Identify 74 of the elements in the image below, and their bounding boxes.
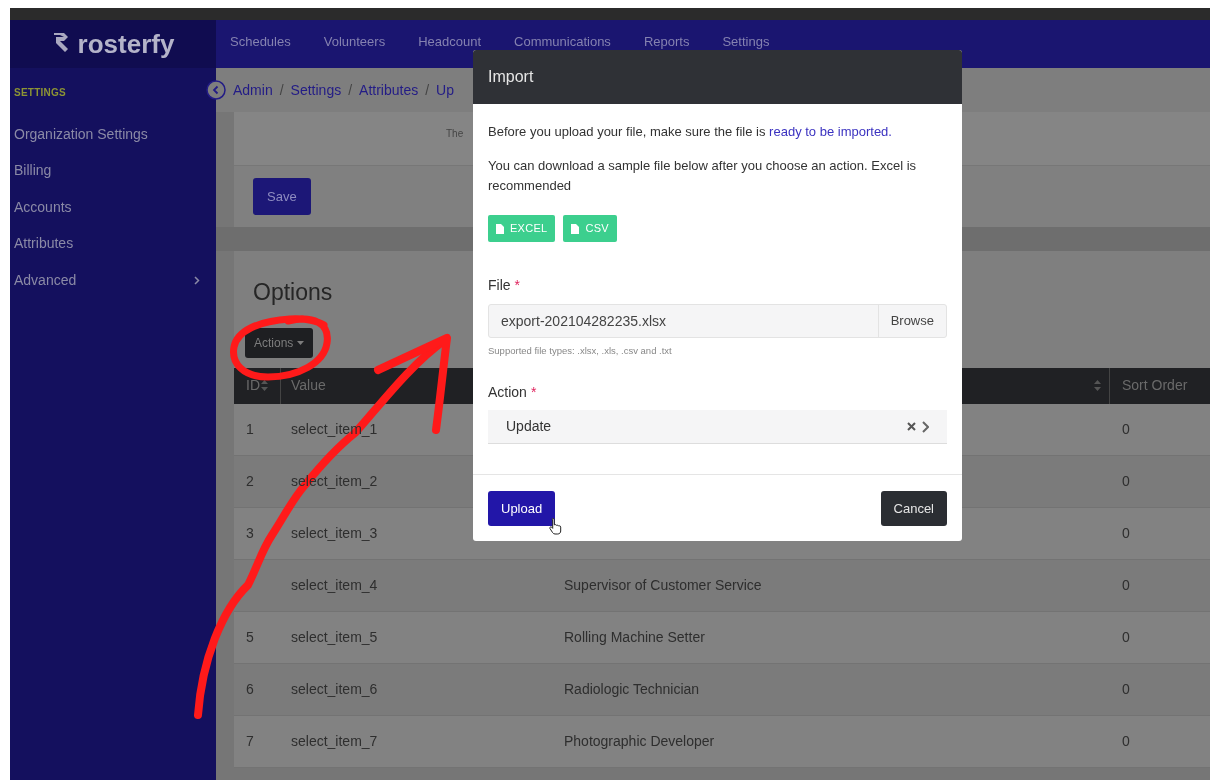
table-cell: 0 [1122,680,1130,697]
notice-text: The [446,128,464,139]
table-cell: 0 [1122,472,1130,489]
table-cell: 0 [1122,732,1130,749]
action-select[interactable]: Update [488,410,947,445]
breadcrumb-separator: / [279,80,284,100]
breadcrumb-separator: / [348,80,353,100]
sidebar-item[interactable]: Billing [10,152,216,189]
table-cell: 2 [246,472,254,489]
table-cell: select_item_6 [291,680,378,697]
nav-link[interactable]: Communications [514,34,611,49]
sidebar-item[interactable]: Advanced [10,262,216,299]
save-button[interactable]: Save [253,177,311,216]
file-icon [571,223,580,234]
breadcrumb-separator: / [425,80,430,100]
sidebar-heading: SETTINGS [13,86,67,100]
table-cell: select_item_4 [291,576,378,593]
upload-button[interactable]: Upload [488,491,556,527]
cancel-button[interactable]: Cancel [880,491,947,527]
table-cell: 0 [1122,628,1130,645]
nav-link[interactable]: Settings [722,34,770,49]
action-label: Action * [488,383,538,403]
table-cell: 5 [246,628,254,645]
sidebar-item[interactable]: Accounts [10,189,216,226]
file-icon [496,223,504,234]
required-mark: * [514,277,520,293]
table-cell: select_item_7 [291,732,378,749]
table-cell: 0 [1122,524,1130,541]
intro-text: Before you upload your file, make sure the file is ready to be imported. [488,123,893,141]
logo-text: rosterfy [77,31,175,57]
chevron-right-icon[interactable] [922,420,929,433]
sample-note: You can download a sample file below after you choose an action. Excel is recommended [488,157,918,195]
dialog-title: Import [488,67,534,87]
table-cell: 0 [1122,576,1130,593]
file-label: File * [488,276,521,295]
file-input[interactable]: export-202104282235.xlsx Browse [488,304,947,338]
column-header[interactable]: ID [246,375,260,396]
required-mark: * [530,384,537,401]
collapse-icon[interactable] [206,80,226,100]
table-cell: 1 [246,420,254,437]
table-cell: 0 [1122,420,1130,437]
table-cell: Radiologic Technician [564,680,700,697]
clear-icon[interactable] [907,422,916,432]
table-cell: select_item_3 [291,524,378,541]
sidebar-item[interactable]: Organization Settings [10,116,216,153]
table-cell: 6 [246,680,254,697]
table-cell: Rolling Machine Setter [564,628,705,645]
pointer-cursor-icon [549,517,563,535]
chevron-right-icon [194,275,200,285]
options-title: Options [253,278,333,307]
file-hint: Supported file types: .xlsx, .xls, .csv and .txt [488,344,673,358]
sidebar-item[interactable]: Attributes [10,225,216,262]
actions-button[interactable]: Actions [245,327,314,358]
browse-button[interactable]: Browse [877,305,946,337]
logo[interactable]: rosterfy [10,20,216,68]
table-cell: select_item_5 [291,628,378,645]
column-header[interactable]: Sort Order [1122,377,1188,393]
breadcrumb-link[interactable]: Admin [233,79,273,101]
caret-down-icon [297,340,305,345]
ready-link[interactable]: ready to be imported. [769,124,892,139]
nav-link[interactable]: Headcount [418,34,482,49]
breadcrumb-link[interactable]: Attributes [359,79,419,101]
sort-icon [261,380,268,391]
table-cell: Photographic Developer [564,732,715,749]
table-cell: Supervisor of Customer Service [564,576,762,593]
nav-link[interactable]: Volunteers [323,34,386,49]
table-cell: 3 [246,524,254,541]
table-cell: 7 [246,732,254,749]
column-header[interactable]: Value [291,375,326,396]
breadcrumb-link[interactable]: Settings [290,79,342,101]
nav-link[interactable]: Schedules [230,34,291,49]
breadcrumb-link[interactable]: Up [436,79,454,101]
nav-link[interactable]: Reports [643,34,690,49]
sort-icon [1094,380,1101,391]
